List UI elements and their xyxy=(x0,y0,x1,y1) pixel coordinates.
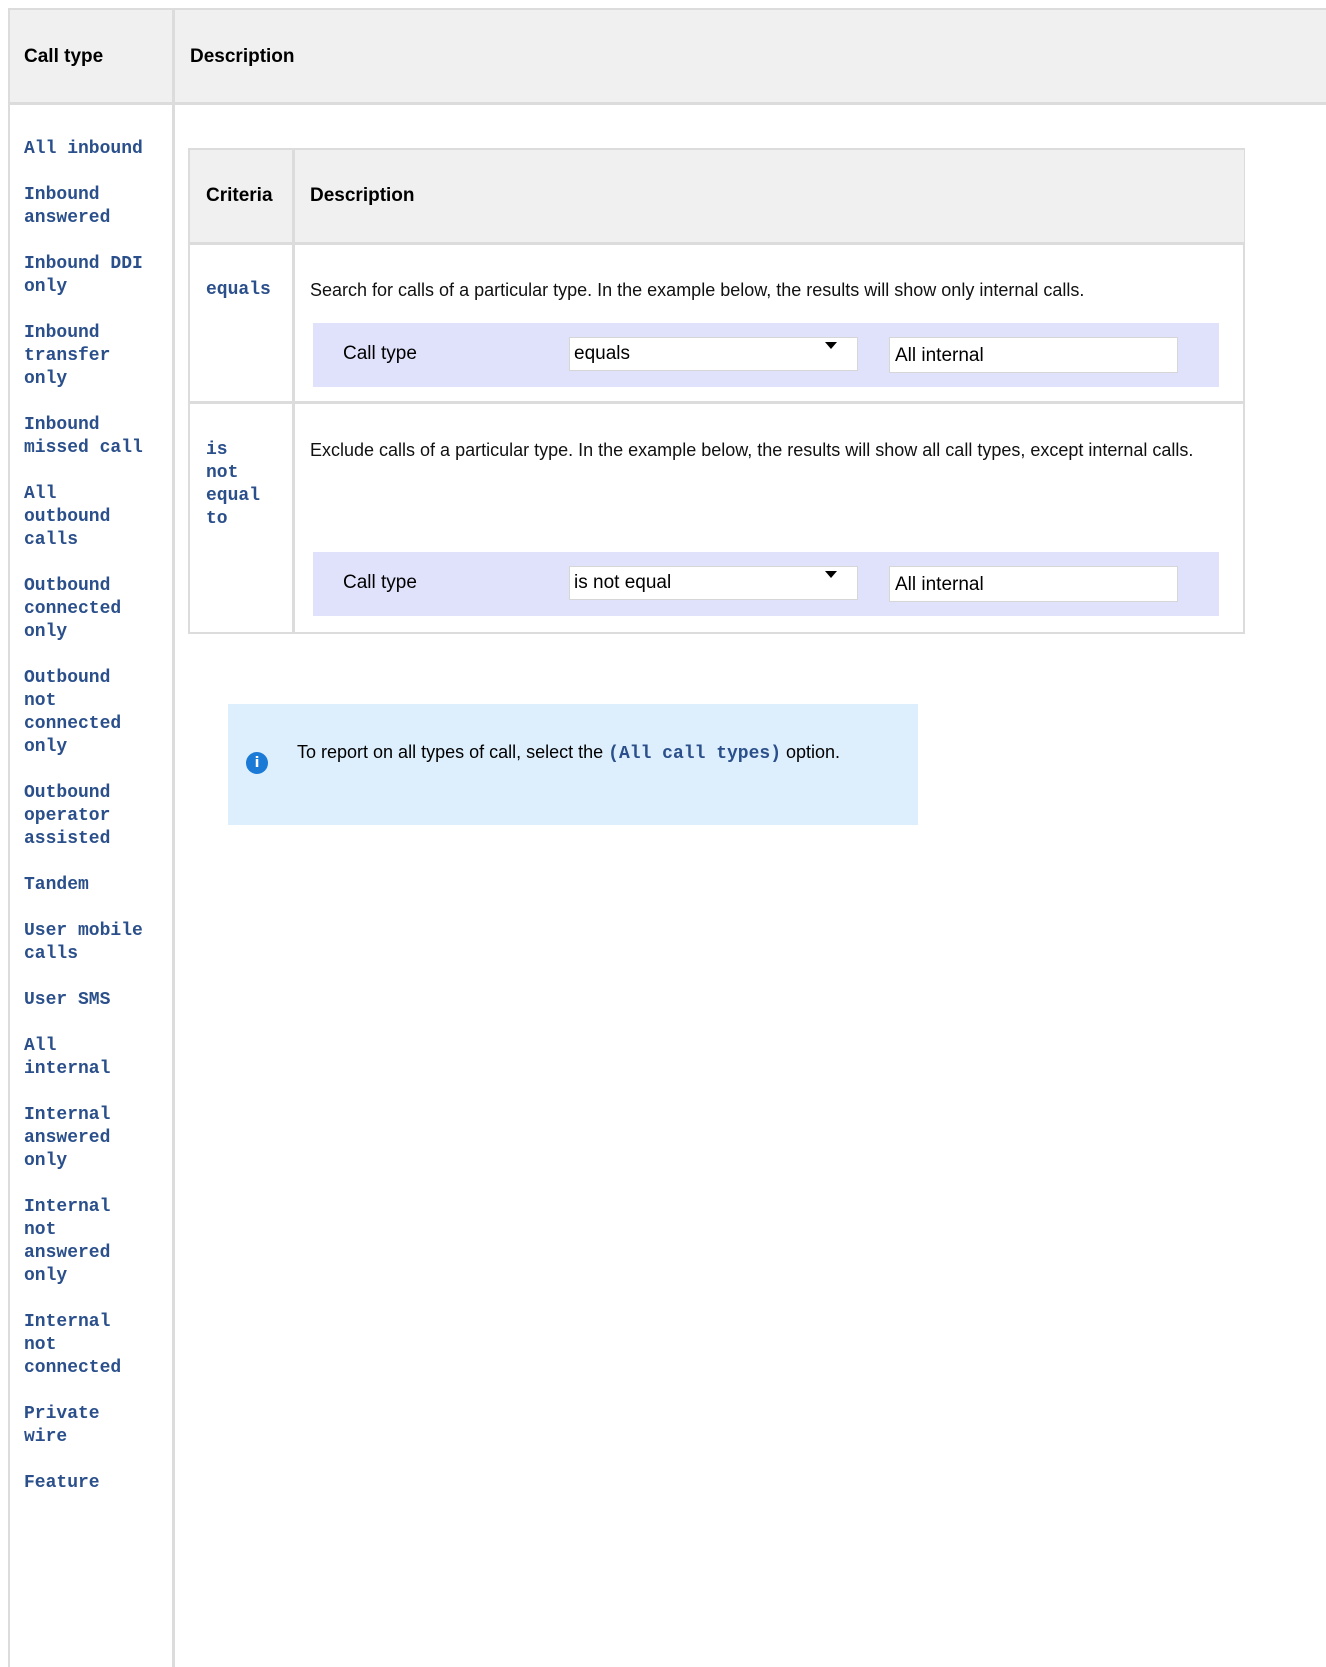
call-type-all-inbound: All inbound xyxy=(24,139,143,159)
header-criteria-description: Description xyxy=(310,185,415,206)
info-code: (All call types) xyxy=(608,744,781,764)
example-label: Call type xyxy=(343,572,417,593)
call-type-tandem: Tandem xyxy=(24,875,89,895)
operator-select[interactable]: is not equal xyxy=(569,566,858,600)
criteria-not-equal-description: Exclude calls of a particular type. In t… xyxy=(310,440,1194,460)
call-type-outbound-connected-only: Outbound connected only xyxy=(24,576,122,642)
call-type-internal-answered-only: Internal answered only xyxy=(24,1105,111,1171)
call-type-inbound-ddi-only: Inbound DDI only xyxy=(24,254,143,297)
call-type-all-outbound-calls: All outbound calls xyxy=(24,484,111,550)
criteria-is-not-equal-to: is not equal to xyxy=(206,440,261,529)
call-type-internal-not-connected: Internal not connected xyxy=(24,1312,122,1378)
criteria-row-divider xyxy=(190,401,1244,404)
example-form-equals: Call type equals All internal xyxy=(313,323,1219,387)
header-criteria: Criteria xyxy=(206,185,273,206)
info-text-before: To report on all types of call, select t… xyxy=(297,742,609,762)
criteria-equals-description: Search for calls of a particular type. I… xyxy=(310,280,1085,300)
header-description: Description xyxy=(190,46,295,67)
call-type-internal-not-answered-only: Internal not answered only xyxy=(24,1197,111,1286)
call-type-inbound-missed-call: Inbound missed call xyxy=(24,415,143,458)
call-type-user-sms: User SMS xyxy=(24,990,111,1010)
operator-select-value: equals xyxy=(574,343,630,364)
operator-select-value: is not equal xyxy=(574,572,672,593)
criteria-column-divider xyxy=(292,150,295,632)
call-type-private-wire: Private wire xyxy=(24,1404,100,1447)
call-type-all-internal: All internal xyxy=(24,1036,111,1079)
column-divider xyxy=(172,10,175,1667)
call-type-outbound-not-connected-only: Outbound not connected only xyxy=(24,668,122,757)
operator-select[interactable]: equals xyxy=(569,337,858,371)
example-label: Call type xyxy=(343,343,417,364)
call-type-inbound-transfer-only: Inbound transfer only xyxy=(24,323,111,389)
example-form-not-equal: Call type is not equal All internal xyxy=(313,552,1219,616)
info-text: To report on all types of call, select t… xyxy=(297,740,840,766)
call-type-inbound-answered: Inbound answered xyxy=(24,185,111,228)
info-text-after: option. xyxy=(781,742,841,762)
call-type-list: All inbound Inbound answered Inbound DDI… xyxy=(24,138,170,1518)
dropdown-arrow-icon xyxy=(825,342,837,349)
call-type-feature: Feature xyxy=(24,1473,100,1493)
call-type-user-mobile-calls: User mobile calls xyxy=(24,921,143,964)
value-input[interactable]: All internal xyxy=(889,337,1178,373)
dropdown-arrow-icon xyxy=(825,571,837,578)
criteria-equals: equals xyxy=(206,280,271,300)
value-input[interactable]: All internal xyxy=(889,566,1178,602)
header-call-type: Call type xyxy=(24,46,104,67)
info-icon: i xyxy=(246,752,268,774)
call-type-outbound-operator-assisted: Outbound operator assisted xyxy=(24,783,111,849)
